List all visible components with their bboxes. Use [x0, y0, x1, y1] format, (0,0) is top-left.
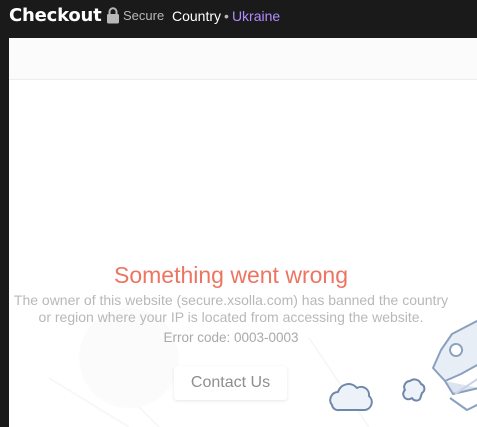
top-bar: Checkout Secure Country • Ukraine	[0, 0, 477, 38]
lock-icon	[107, 7, 119, 24]
country-indicator: Country • Ukraine	[172, 8, 280, 24]
country-separator: •	[224, 8, 229, 24]
error-message: The owner of this website (secure.xsolla…	[13, 292, 449, 325]
error-title: Something went wrong	[114, 262, 348, 288]
contact-us-button[interactable]: Contact Us	[174, 366, 287, 400]
country-label: Country	[172, 8, 222, 24]
country-value: Ukraine	[231, 8, 281, 24]
secure-label: Secure	[123, 8, 165, 23]
checkout-content: Something went wrong The owner of this w…	[9, 38, 477, 427]
error-code: Error code: 0003-0003	[163, 330, 299, 345]
cloud-icon	[329, 383, 373, 412]
page-title: Checkout	[9, 5, 102, 26]
small-cloud-icon	[402, 378, 426, 402]
